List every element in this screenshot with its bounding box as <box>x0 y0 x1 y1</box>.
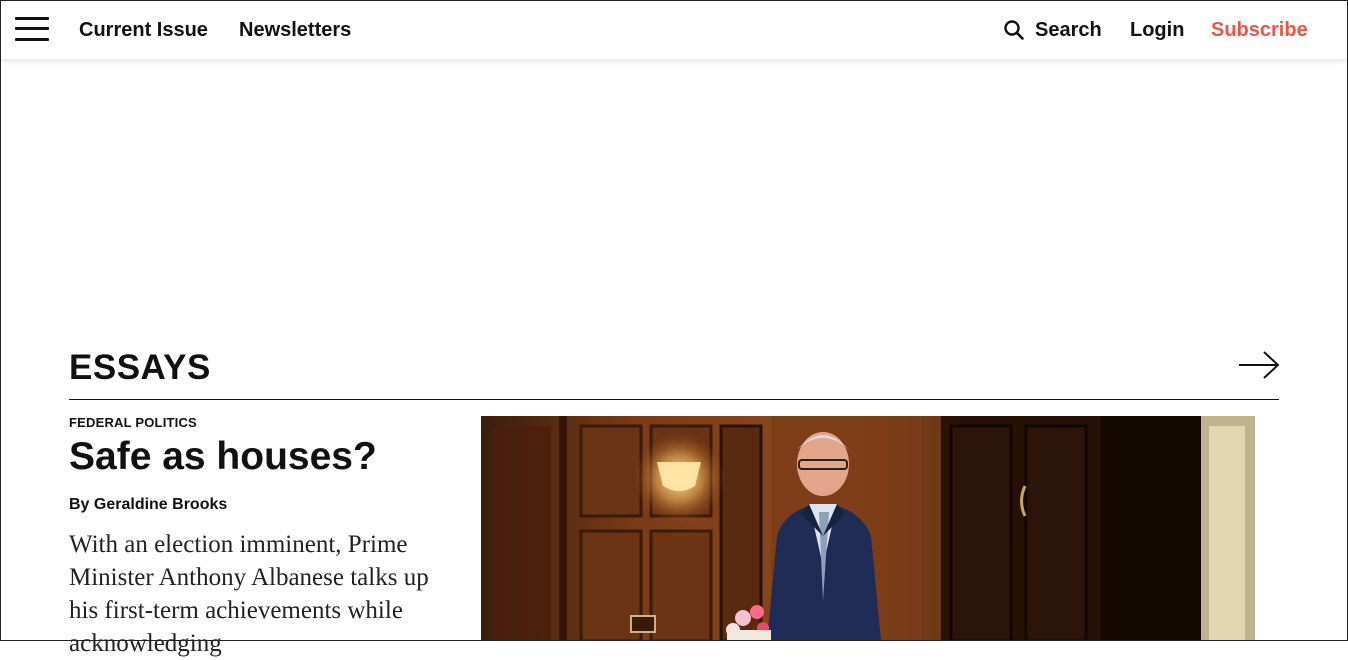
subscribe-link[interactable]: Subscribe <box>1211 17 1308 43</box>
nav-newsletters-link[interactable]: Newsletters <box>239 17 351 43</box>
menu-icon[interactable] <box>15 15 49 43</box>
section-divider <box>69 399 1279 400</box>
search-button[interactable]: Search <box>1003 17 1102 43</box>
section-more-arrow-icon[interactable] <box>1236 348 1282 382</box>
nav-current-issue-link[interactable]: Current Issue <box>79 17 208 43</box>
article-kicker: FEDERAL POLITICS <box>69 415 197 430</box>
search-icon <box>1004 20 1024 40</box>
top-navigation-bar: Current Issue Newsletters Search Login S… <box>1 1 1347 59</box>
article-headline-link[interactable]: Safe as houses? <box>69 432 469 482</box>
login-link[interactable]: Login <box>1130 17 1184 43</box>
section-title: ESSAYS <box>69 348 211 387</box>
article-hero-image[interactable] <box>481 416 1255 641</box>
article-byline: By Geraldine Brooks <box>69 496 228 513</box>
search-label: Search <box>1035 19 1102 41</box>
article-standfirst: With an election imminent, Prime Ministe… <box>69 531 429 657</box>
